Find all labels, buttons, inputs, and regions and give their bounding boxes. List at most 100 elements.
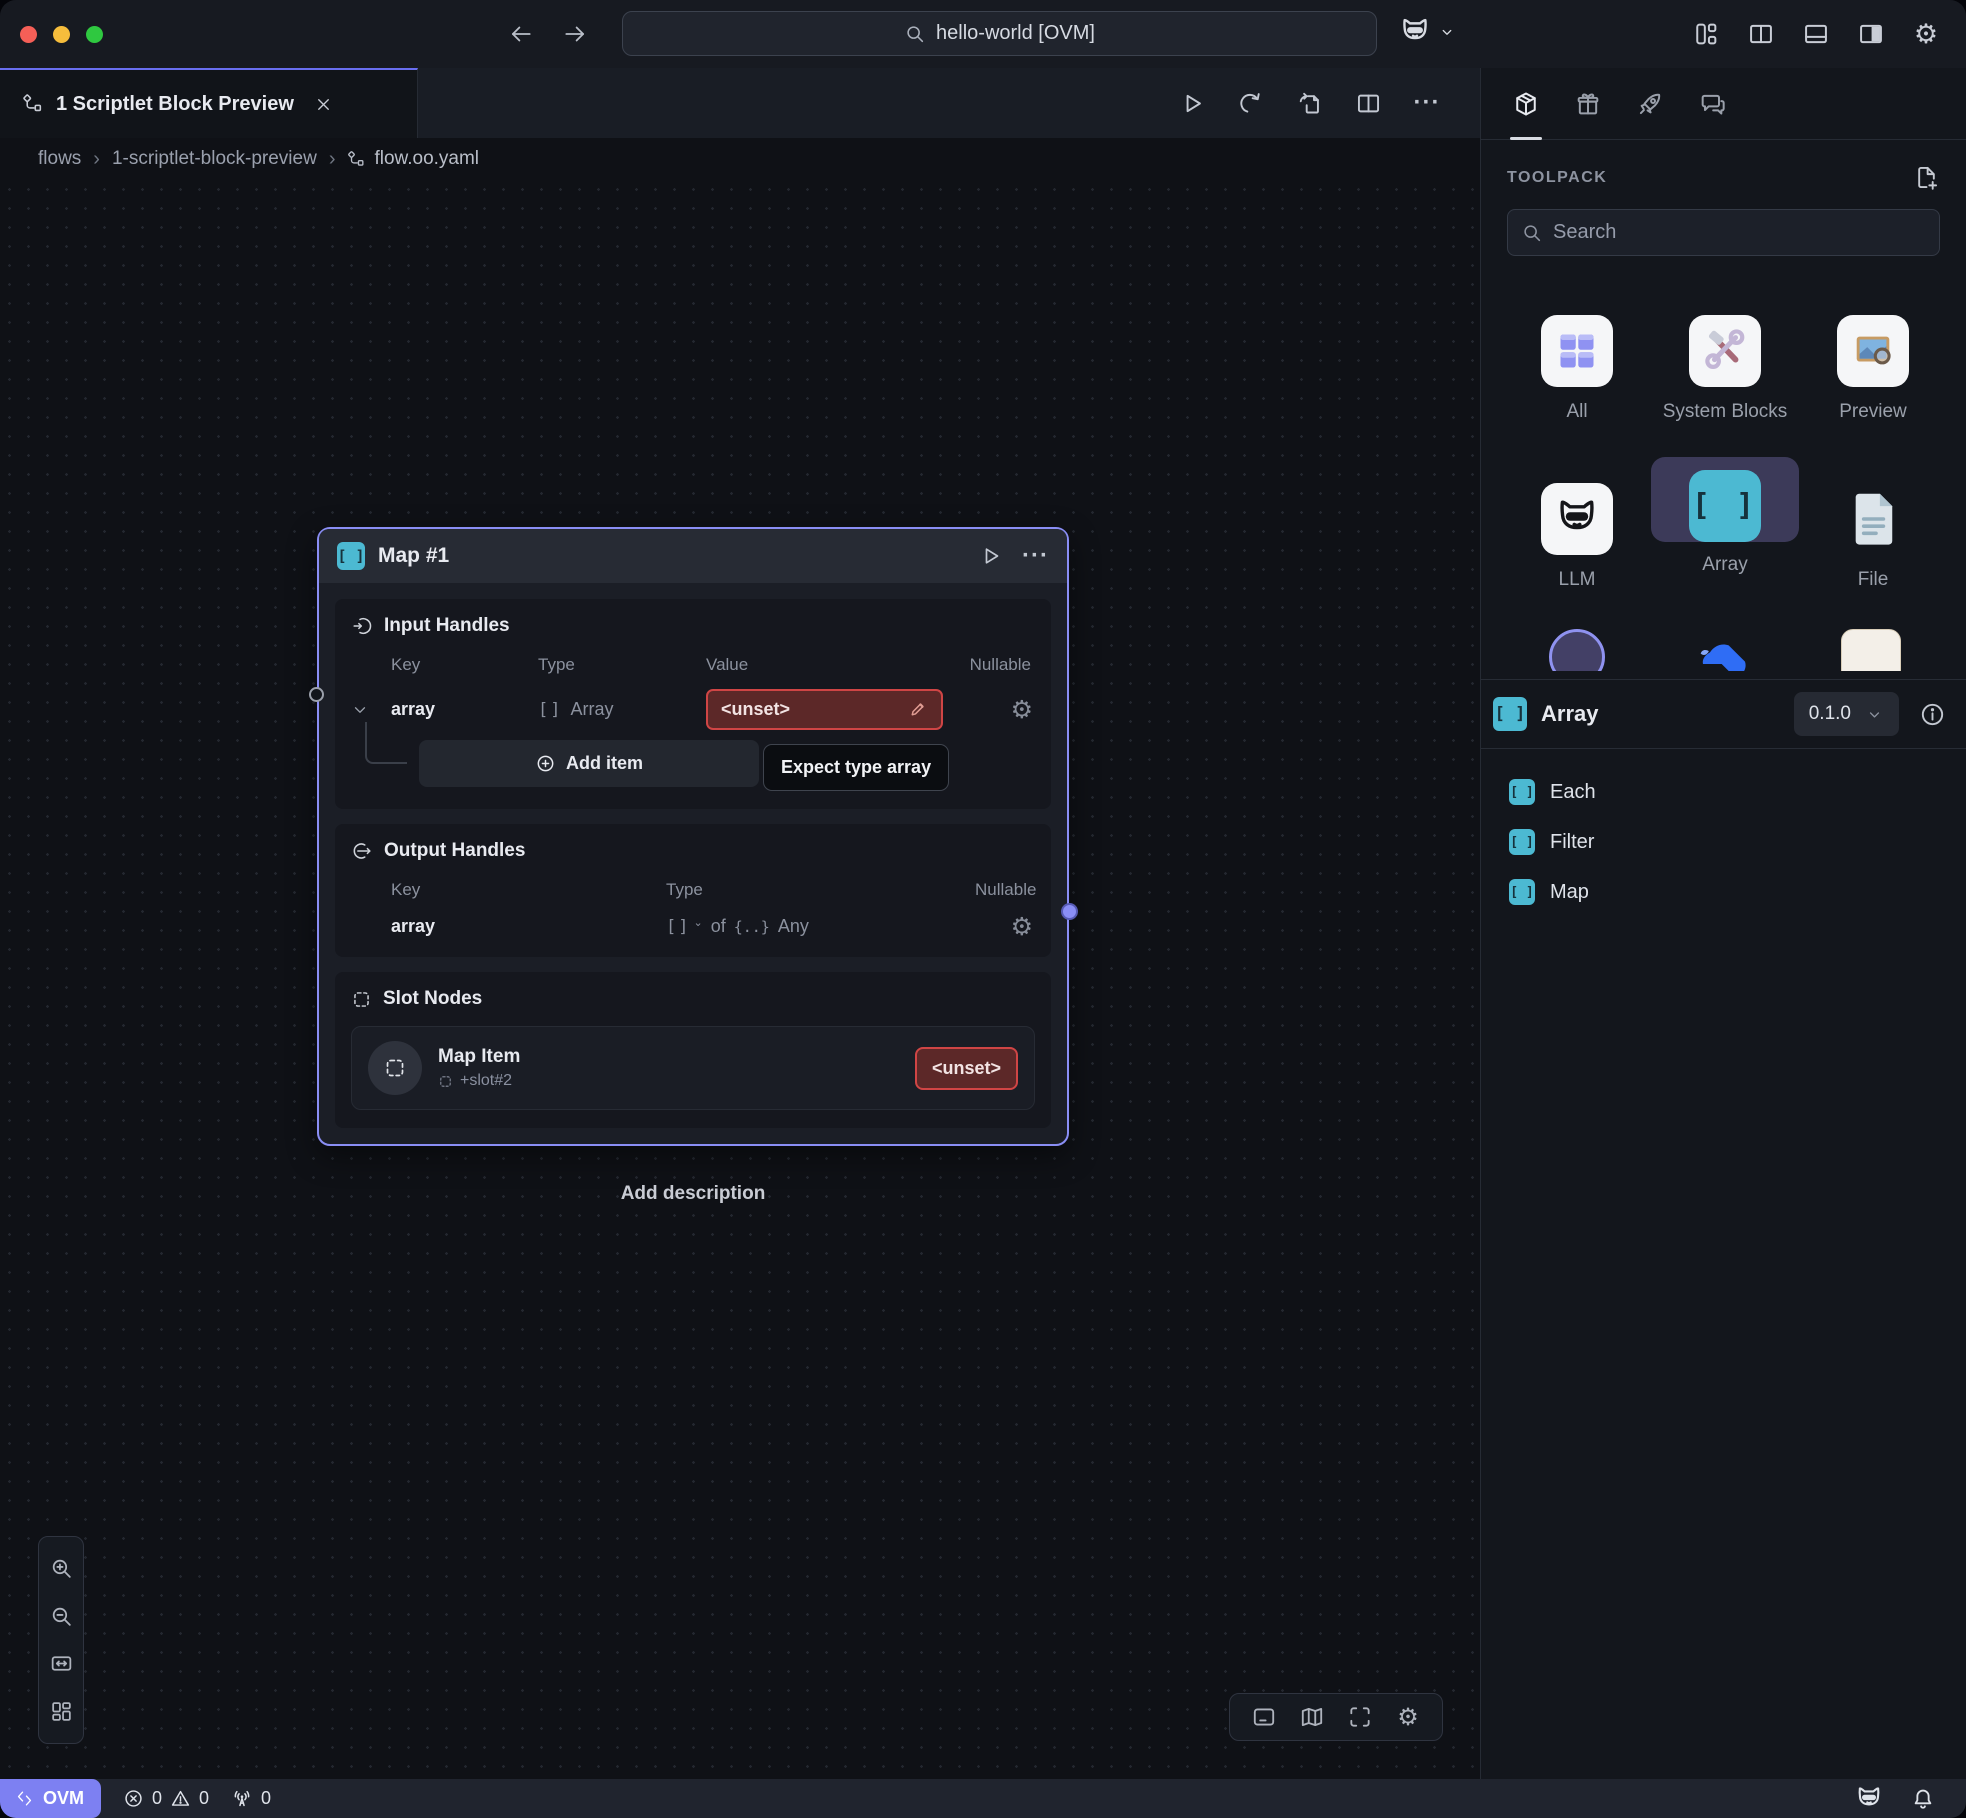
close-tab-icon[interactable] (314, 95, 333, 114)
collapse-chevron-icon[interactable] (351, 701, 391, 719)
type-caret-icon[interactable]: ⌄ (693, 916, 702, 929)
toolpack-search-input[interactable] (1553, 221, 1926, 244)
array-block-icon: [ ] (337, 542, 365, 570)
breadcrumb-item-file[interactable]: flow.oo.yaml (347, 148, 479, 170)
version-dropdown[interactable]: 0.1.0 (1794, 692, 1899, 736)
value-unset-badge[interactable]: <unset> (706, 689, 943, 730)
input-connection-handle[interactable] (309, 687, 324, 702)
tab-toolpack-icon[interactable] (1507, 68, 1545, 140)
toggle-right-panel-icon[interactable] (1855, 17, 1887, 51)
node-title: Map #1 (378, 544, 449, 568)
tool-llm[interactable]: LLM (1503, 470, 1651, 604)
zoom-window-button[interactable] (86, 26, 103, 43)
node-more-icon[interactable]: ··· (1022, 551, 1049, 561)
breadcrumb-separator: › (93, 148, 100, 171)
close-window-button[interactable] (20, 26, 37, 43)
output-connection-handle[interactable] (1061, 903, 1078, 920)
zoom-out-icon[interactable] (46, 1601, 76, 1631)
layout-grid-icon[interactable] (1690, 17, 1722, 51)
settings-gear-icon[interactable]: ⚙ (1910, 17, 1942, 51)
ports-indicator[interactable]: 0 (231, 1788, 271, 1810)
errors-icon (123, 1788, 144, 1809)
handle-settings-gear-icon[interactable]: ⚙ (1011, 697, 1033, 722)
tool-partial-icon[interactable] (1841, 629, 1901, 671)
array-block-icon: [ ] (1509, 879, 1535, 905)
input-handle-row: array [] Array <unset> (351, 689, 1035, 730)
array-detail-panel: [ ] Array 0.1.0 [ ] (1481, 679, 1966, 1779)
tab-scriptlet-block-preview[interactable]: 1 Scriptlet Block Preview (0, 68, 418, 138)
chevron-down-icon (1865, 705, 1884, 724)
tool-partial-icon[interactable] (1696, 629, 1752, 671)
fit-width-icon[interactable] (46, 1649, 76, 1679)
handle-settings-gear-icon[interactable]: ⚙ (1011, 914, 1033, 939)
zoom-in-icon[interactable] (46, 1554, 76, 1584)
breadcrumb-item-folder[interactable]: 1-scriptlet-block-preview (112, 148, 317, 170)
file-icon (1837, 483, 1909, 555)
slot-node-card[interactable]: Map Item +slot#2 <unset> (351, 1026, 1035, 1110)
block-item-filter[interactable]: [ ] Filter (1481, 817, 1966, 867)
forward-arrow-icon[interactable] (559, 18, 591, 50)
export-document-icon[interactable] (1292, 86, 1326, 120)
split-vertical-icon[interactable] (1745, 17, 1777, 51)
tab-comments-icon[interactable] (1693, 68, 1731, 140)
fit-view-icon[interactable] (1345, 1702, 1375, 1732)
split-horizontal-icon[interactable] (1800, 17, 1832, 51)
tool-array[interactable]: [ ] Array (1651, 457, 1799, 604)
minimize-window-button[interactable] (53, 26, 70, 43)
canvas-settings-gear-icon[interactable]: ⚙ (1393, 1702, 1423, 1732)
tab-rocket-icon[interactable] (1631, 68, 1669, 140)
run-flow-icon[interactable] (1174, 86, 1208, 120)
tool-all[interactable]: All (1503, 302, 1651, 436)
command-search-bar[interactable]: hello-world [OVM] (622, 11, 1377, 56)
slot-ref: +slot#2 (460, 1072, 512, 1090)
back-arrow-icon[interactable] (505, 18, 537, 50)
tool-system-blocks[interactable]: System Blocks (1651, 302, 1799, 436)
block-item-map[interactable]: [ ] Map (1481, 867, 1966, 917)
search-icon (904, 23, 926, 45)
canvas-zoom-controls (38, 1536, 84, 1744)
tool-partial-icon[interactable] (1549, 629, 1605, 671)
input-handles-section: Input Handles Key Type Value Nullable (335, 599, 1051, 809)
assistant-menu[interactable] (1398, 15, 1456, 49)
tool-file[interactable]: File (1799, 470, 1947, 604)
add-description-button[interactable]: Add description (317, 1183, 1069, 1205)
info-icon[interactable] (1919, 701, 1946, 728)
auto-layout-icon[interactable] (46, 1696, 76, 1726)
output-handles-icon (351, 840, 373, 862)
tab-extensions-icon[interactable] (1569, 68, 1607, 140)
split-editor-icon[interactable] (1351, 86, 1385, 120)
add-item-button[interactable]: Add item (419, 740, 759, 787)
right-sidebar: TOOLPACK All (1480, 68, 1966, 1779)
remote-indicator[interactable]: OVM (0, 1779, 101, 1818)
fox-icon[interactable] (1854, 1784, 1884, 1814)
history-nav (505, 18, 591, 50)
handle-type[interactable]: Array (570, 699, 613, 720)
notifications-bell-icon[interactable] (1910, 1786, 1936, 1812)
toolpack-grid-overflow (1503, 629, 1944, 671)
handle-key[interactable]: array (391, 916, 666, 937)
rerun-icon[interactable] (1233, 86, 1267, 120)
toggle-bottom-panel-icon[interactable] (1249, 1702, 1279, 1732)
problems-indicator[interactable]: 0 0 (123, 1788, 209, 1809)
block-item-each[interactable]: [ ] Each (1481, 767, 1966, 817)
more-actions-icon[interactable]: ··· (1410, 86, 1444, 120)
node-map-1[interactable]: [ ] Map #1 ··· (317, 527, 1069, 1146)
type-any-label[interactable]: Any (778, 916, 809, 937)
col-type: Type (666, 880, 975, 900)
toolpack-search[interactable] (1507, 209, 1940, 256)
col-nullable: Nullable (956, 655, 1035, 675)
breadcrumb-item-flows[interactable]: flows (38, 148, 81, 170)
output-handles-section: Output Handles Key Type Nullable array (335, 824, 1051, 957)
new-toolpack-icon[interactable] (1913, 164, 1940, 191)
minimap-icon[interactable] (1297, 1702, 1327, 1732)
node-header[interactable]: [ ] Map #1 ··· (319, 529, 1067, 583)
col-key: Key (391, 880, 666, 900)
slot-unset-badge[interactable]: <unset> (915, 1047, 1018, 1090)
node-run-icon[interactable] (978, 544, 1002, 568)
tab-bar: 1 Scriptlet Block Preview (0, 68, 1480, 138)
edit-pencil-icon[interactable] (907, 699, 928, 720)
handle-key[interactable]: array (391, 699, 538, 720)
array-block-icon: [ ] (1493, 697, 1527, 731)
tool-preview[interactable]: Preview (1799, 302, 1947, 436)
flow-canvas[interactable]: [ ] Map #1 ··· (0, 180, 1480, 1779)
